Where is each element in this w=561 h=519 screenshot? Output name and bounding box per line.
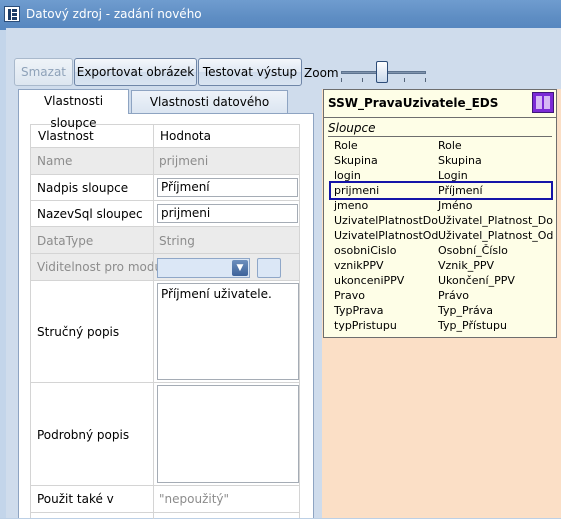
field-caption: Příjmení [438,184,483,197]
field-caption: Login [438,169,468,182]
field-row[interactable]: typPristupu Typ_Přístupu [329,318,553,333]
grid-row-datatype: DataType String [31,227,299,254]
title-bar: Datový zdroj - zadání nového [0,0,561,30]
zoom-label: Zoom [304,66,339,80]
header-value: Hodnota [160,129,211,143]
entity-header: SSW_PravaUzivatele_EDS [324,90,556,118]
field-column-name: ukonceniPPV [334,274,405,287]
property-grid: Vlastnost Hodnota Name prijmeni Nadpis s… [30,124,300,519]
tab-datasource-properties[interactable]: Vlastnosti datového zdroje [131,90,288,131]
field-column-name: UzivatelPlatnostDo [334,214,438,227]
grid-row-short-desc: Stručný popis Příjmení uživatele. [31,281,299,383]
field-caption: Typ_Práva [438,304,493,317]
row-value: prijmeni [159,154,209,168]
grid-row-visibility: Viditelnost pro modul ▼ [31,254,299,281]
field-row[interactable]: Role Role [329,138,553,153]
field-row[interactable]: Skupina Skupina [329,153,553,168]
zoom-tick [362,78,363,82]
long-desc-textarea[interactable] [157,385,299,483]
zoom-tick [404,78,405,82]
field-column-name: vznikPPV [334,259,384,272]
grid-row-name: Name prijmeni [31,148,299,175]
field-caption: Osobní_Číslo [438,244,508,257]
app-icon [4,6,20,22]
entity-box[interactable]: SSW_PravaUzivatele_EDS Sloupce Role Role S… [323,89,557,338]
visibility-extra-button[interactable] [257,258,281,278]
sql-name-input[interactable]: prijmeni [157,204,298,223]
field-column-name: typPristupu [334,319,397,332]
section-divider [328,136,552,137]
field-caption: Právo [438,289,469,302]
row-label: DataType [37,234,94,248]
field-caption: Ukončení_PPV [438,274,515,287]
field-caption: Jméno [438,199,473,212]
field-column-name: prijmeni [334,184,380,197]
row-label: Stručný popis [37,325,120,339]
field-caption: Uživatel_Platnost_Do [438,214,553,227]
field-caption: Vznik_PPV [438,259,494,272]
entity-title: SSW_PravaUzivatele_EDS [328,96,499,110]
grid-row-long-desc: Podrobný popis [31,383,299,486]
row-label: Nadpis sloupce [37,181,129,195]
tab-column-properties[interactable]: Vlastnosti sloupce [18,89,129,130]
field-row[interactable]: login Login [329,168,553,183]
field-caption: Role [438,139,462,152]
field-row[interactable]: prijmeni Příjmení [329,181,553,200]
chevron-down-icon[interactable]: ▼ [232,260,248,276]
zoom-tick [341,78,342,82]
field-column-name: TypPrava [334,304,384,317]
grid-divider [153,125,154,519]
field-row[interactable]: UzivatelPlatnostDo Uživatel_Platnost_Do [329,213,553,228]
export-image-button[interactable]: Exportovat obrázek [74,58,197,86]
grid-row-used-in: Použit také v "nepoužitý" [31,486,299,513]
field-column-name: osobniCislo [334,244,397,257]
field-caption: Typ_Přístupu [438,319,507,332]
row-label: Name [37,154,73,168]
row-label: Podrobný popis [37,428,130,442]
field-column-name: Pravo [334,289,365,302]
visibility-combo[interactable]: ▼ [157,258,250,278]
row-label: Použit také v [37,492,114,506]
grid-row-sql-name: NazevSql sloupec prijmeni [31,201,299,227]
field-column-name: UzivatelPlatnostOd [334,229,439,242]
field-column-name: Role [334,139,358,152]
field-caption: Uživatel_Platnost_Od [438,229,554,242]
columns-icon [532,92,554,113]
row-label: NazevSql sloupec [37,207,143,221]
grid-row-column-title: Nadpis sloupce Příjmení [31,175,299,201]
short-desc-textarea[interactable]: Příjmení uživatele. [157,283,299,380]
field-row[interactable]: UzivatelPlatnostOd Uživatel_Platnost_Od [329,228,553,243]
zoom-tick [425,78,426,82]
field-row[interactable]: osobniCislo Osobní_Číslo [329,243,553,258]
window-title: Datový zdroj - zadání nového [26,7,202,21]
row-value: String [159,234,195,248]
field-column-name: Skupina [334,154,378,167]
field-row[interactable]: jmeno Jméno [329,198,553,213]
field-column-name: jmeno [334,199,369,212]
row-value: "nepoužitý" [159,492,230,506]
field-column-name: login [334,169,361,182]
field-row[interactable]: ukonceniPPV Ukončení_PPV [329,273,553,288]
zoom-slider-thumb[interactable] [376,61,388,83]
field-caption: Skupina [438,154,482,167]
field-row[interactable]: TypPrava Typ_Práva [329,303,553,318]
row-label: Viditelnost pro modul [37,260,166,274]
field-row[interactable]: Pravo Právo [329,288,553,303]
test-output-button[interactable]: Testovat výstup [198,58,302,86]
section-label: Sloupce [328,121,376,135]
delete-button[interactable]: Smazat [14,58,73,86]
field-row[interactable]: vznikPPV Vznik_PPV [329,258,553,273]
column-title-input[interactable]: Příjmení [157,178,298,197]
